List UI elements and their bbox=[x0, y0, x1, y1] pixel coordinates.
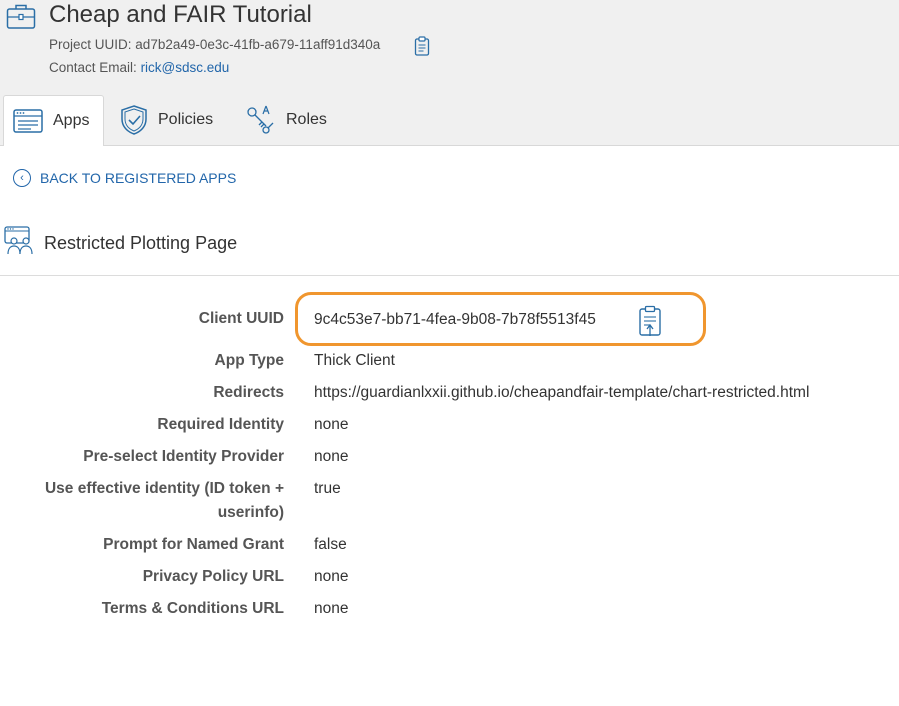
briefcase-icon bbox=[6, 2, 36, 35]
contact-email-label: Contact Email: bbox=[49, 60, 137, 75]
field-value: none bbox=[314, 600, 349, 617]
app-title: Restricted Plotting Page bbox=[44, 233, 238, 253]
field-value: none bbox=[314, 448, 349, 465]
project-title: Cheap and FAIR Tutorial bbox=[49, 1, 312, 28]
tab-policies[interactable]: Policies bbox=[120, 95, 213, 145]
project-uuid-label: Project UUID: bbox=[49, 37, 132, 52]
browser-window-icon bbox=[13, 108, 43, 134]
app-users-icon bbox=[4, 226, 36, 261]
project-uuid-value: ad7b2a49-0e3c-41fb-a679-11aff91d340a bbox=[135, 37, 381, 52]
tab-roles[interactable]: Roles bbox=[246, 95, 327, 145]
tab-apps-label: Apps bbox=[53, 112, 90, 129]
field-label: Pre-select Identity Provider bbox=[83, 448, 284, 465]
back-link-label: BACK TO REGISTERED APPS bbox=[40, 170, 237, 186]
field-value: 9c4c53e7-bb71-4fea-9b08-7b78f5513f45 bbox=[314, 311, 596, 328]
field-label: Use effective identity (ID token + useri… bbox=[44, 480, 284, 521]
field-label: App Type bbox=[214, 352, 284, 369]
tab-policies-label: Policies bbox=[158, 111, 214, 128]
tab-roles-label: Roles bbox=[286, 111, 327, 128]
field-label: Client UUID bbox=[198, 310, 284, 327]
app-header: Restricted Plotting Page bbox=[4, 226, 237, 261]
contact-email-link[interactable]: rick@sdsc.edu bbox=[141, 60, 230, 75]
field-label: Required Identity bbox=[157, 416, 284, 433]
field-value: true bbox=[314, 480, 341, 497]
field-value: false bbox=[314, 536, 347, 553]
clipboard-icon[interactable] bbox=[414, 36, 430, 61]
keys-icon bbox=[246, 104, 276, 136]
field-label: Privacy Policy URL bbox=[142, 568, 284, 585]
field-label: Terms & Conditions URL bbox=[101, 600, 284, 617]
field-value: none bbox=[314, 416, 349, 433]
chevron-left-icon: ‹ bbox=[13, 169, 31, 187]
back-to-apps-link[interactable]: ‹ BACK TO REGISTERED APPS bbox=[13, 169, 236, 187]
field-label: Prompt for Named Grant bbox=[103, 536, 284, 553]
field-value: none bbox=[314, 568, 349, 585]
section-divider bbox=[0, 275, 899, 276]
contact-email: Contact Email: rick@sdsc.edu bbox=[49, 60, 229, 75]
project-header: Cheap and FAIR Tutorial Project UUID: ad… bbox=[0, 0, 899, 146]
field-label: Redirects bbox=[213, 384, 284, 401]
clipboard-copy-icon[interactable] bbox=[638, 305, 662, 342]
field-value: https://guardianlxxii.github.io/cheapand… bbox=[314, 384, 810, 401]
shield-check-icon bbox=[120, 104, 148, 136]
project-uuid: Project UUID: ad7b2a49-0e3c-41fb-a679-11… bbox=[49, 37, 380, 52]
field-value: Thick Client bbox=[314, 352, 395, 369]
tab-apps[interactable]: Apps bbox=[3, 95, 104, 146]
